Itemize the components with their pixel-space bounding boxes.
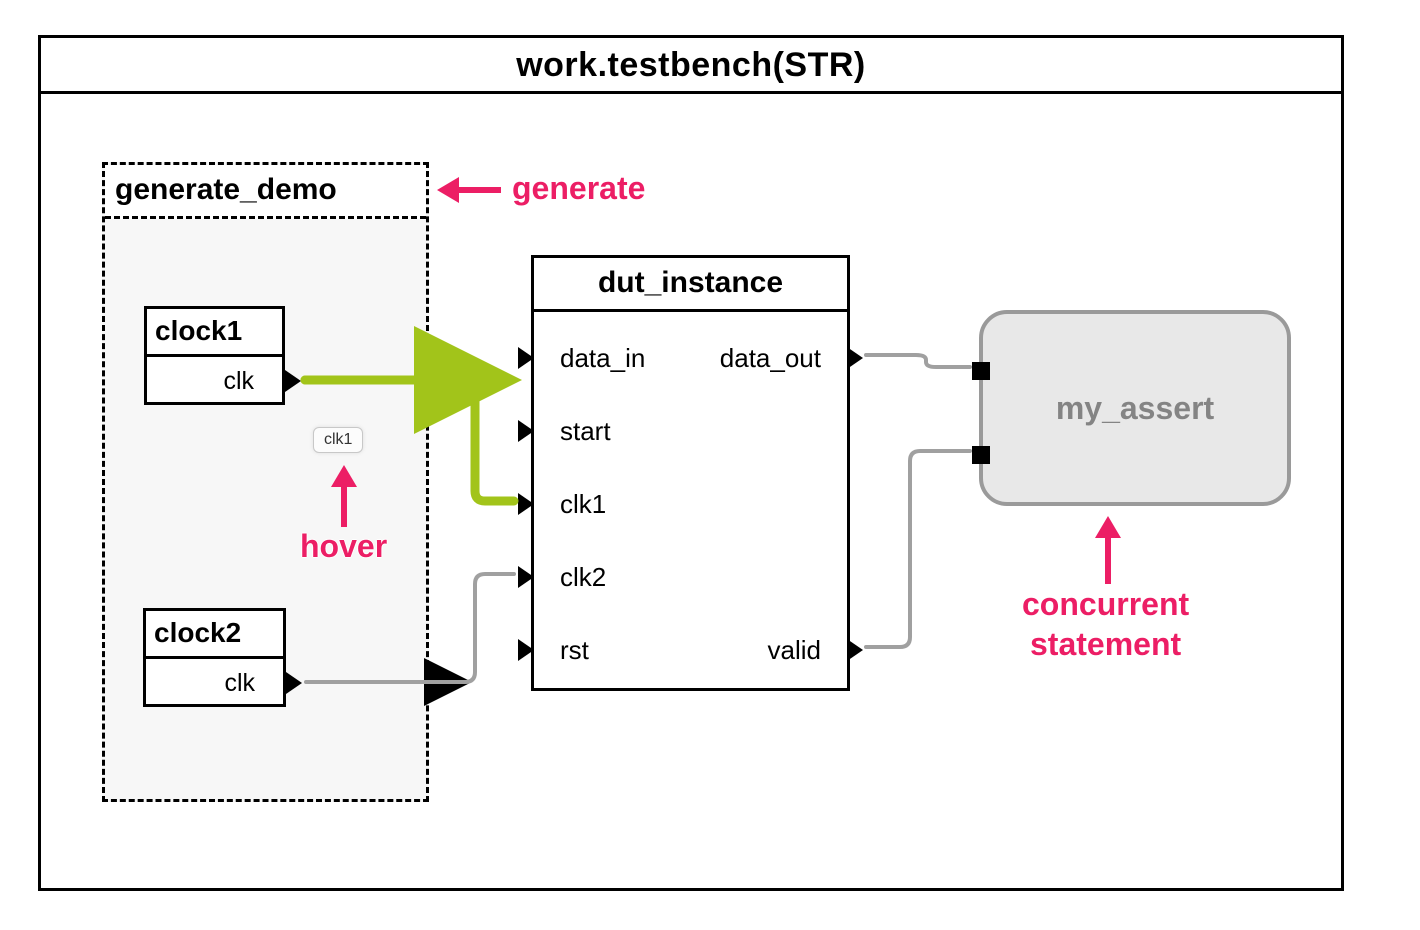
input-port-icon xyxy=(518,347,534,369)
clock2-block[interactable]: clock2 clk xyxy=(143,608,286,707)
dut-port-data-in[interactable]: data_in xyxy=(534,342,645,374)
output-port-icon xyxy=(847,639,863,661)
annotation-hover: hover xyxy=(300,528,387,565)
my-assert-block[interactable]: my_assert xyxy=(979,310,1291,506)
clock2-title: clock2 xyxy=(146,611,283,659)
dut-port-start[interactable]: start xyxy=(534,415,611,447)
dut-port-data-out[interactable]: data_out xyxy=(720,342,847,374)
clock1-block[interactable]: clock1 clk xyxy=(144,306,285,405)
clock1-port-clk[interactable]: clk xyxy=(147,357,282,405)
my-assert-label: my_assert xyxy=(1056,390,1214,426)
dut-port-valid[interactable]: valid xyxy=(768,634,847,666)
port-label: start xyxy=(560,416,611,446)
output-port-icon xyxy=(847,347,863,369)
dut-instance-block[interactable]: dut_instance data_in start clk1 clk2 rst xyxy=(531,255,850,691)
output-port-icon xyxy=(285,370,301,392)
clock1-port-label: clk xyxy=(223,367,254,395)
testbench-title: work.testbench(STR) xyxy=(41,38,1341,94)
output-port-icon xyxy=(286,672,302,694)
assert-input-port-top[interactable] xyxy=(972,362,990,380)
dut-port-rst[interactable]: rst xyxy=(534,634,589,666)
dut-port-clk2[interactable]: clk2 xyxy=(534,561,606,593)
dut-body: data_in start clk1 clk2 rst data_out xyxy=(534,312,847,688)
port-label: valid xyxy=(768,635,821,665)
diagram-canvas: work.testbench(STR) generate_demo clock1… xyxy=(0,0,1420,930)
annotation-concurrent-line1: concurrent xyxy=(1022,586,1189,623)
port-label: clk1 xyxy=(560,489,606,519)
dut-title: dut_instance xyxy=(534,258,847,312)
input-port-icon xyxy=(518,420,534,442)
port-label: data_out xyxy=(720,343,821,373)
port-label: rst xyxy=(560,635,589,665)
port-label: data_in xyxy=(560,343,645,373)
clock2-port-label: clk xyxy=(224,669,255,697)
clock1-title: clock1 xyxy=(147,309,282,357)
annotation-generate: generate xyxy=(512,170,645,207)
input-port-icon xyxy=(518,566,534,588)
input-port-icon xyxy=(518,493,534,515)
clock2-port-clk[interactable]: clk xyxy=(146,659,283,707)
wire-hover-tooltip: clk1 xyxy=(313,427,363,453)
assert-input-port-bottom[interactable] xyxy=(972,446,990,464)
generate-demo-label: generate_demo xyxy=(105,165,426,219)
dut-port-clk1[interactable]: clk1 xyxy=(534,488,606,520)
port-label: clk2 xyxy=(560,562,606,592)
annotation-concurrent-line2: statement xyxy=(1030,626,1181,663)
input-port-icon xyxy=(518,639,534,661)
